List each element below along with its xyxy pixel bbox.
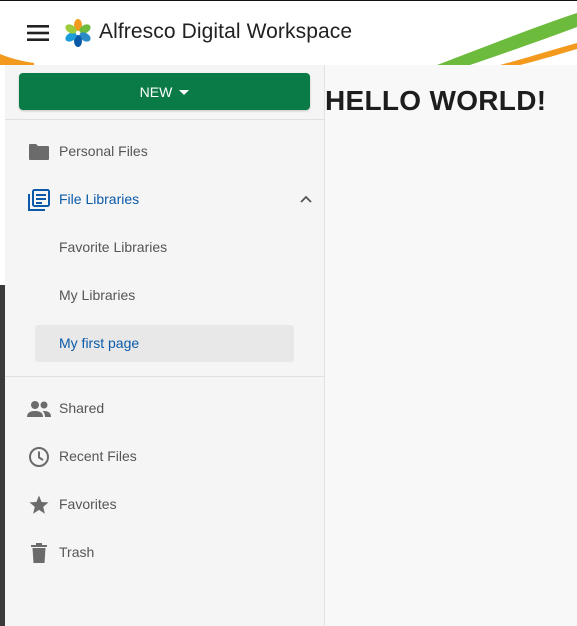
sidebar-item-personal-files[interactable]: Personal Files [5,132,324,172]
sidebar-subitem-favorite-libraries[interactable]: Favorite Libraries [35,229,294,266]
folder-icon [27,140,51,164]
sidebar-item-label: Trash [59,544,95,560]
sidebar-item-shared[interactable]: Shared [5,389,324,429]
people-icon [27,397,51,421]
hamburger-menu-button[interactable] [21,17,55,49]
sidebar-subitem-label: My Libraries [59,287,136,303]
sidebar-item-label: File Libraries [59,191,140,207]
new-button-label: NEW [139,83,173,100]
app-title: Alfresco Digital Workspace [99,20,353,43]
library-icon [27,188,51,212]
sidebar-subitem-my-libraries[interactable]: My Libraries [35,277,294,314]
sidebar-item-recent-files[interactable]: Recent Files [5,437,324,477]
sidebar-item-file-libraries[interactable]: File Libraries [5,180,324,220]
sidebar-item-label: Favorites [59,496,117,512]
chevron-up-icon [300,195,312,203]
sidebar-subitem-my-first-page[interactable]: My first page [35,325,294,362]
caret-down-icon [179,89,190,95]
sidebar-item-label: Recent Files [59,448,137,464]
sidebar-subitem-label: My first page [59,335,140,351]
sidebar-divider [5,119,324,120]
sidebar-item-label: Shared [59,400,105,416]
sidebar: NEW Personal Files File Libraries Favori… [5,65,325,626]
clock-icon [27,445,51,469]
sidebar-subitem-label: Favorite Libraries [59,239,168,255]
page-heading: HELLO WORLD! [325,85,547,116]
main-content: HELLO WORLD! [325,65,577,626]
sidebar-item-label: Personal Files [59,143,148,159]
file-libraries-collapse-toggle[interactable] [296,189,316,209]
sidebar-item-trash[interactable]: Trash [5,533,324,573]
new-button[interactable]: NEW [19,73,310,110]
sidebar-divider [5,376,324,377]
app-header: Alfresco Digital Workspace [0,1,577,65]
hamburger-menu-icon [27,25,49,41]
star-icon [27,493,51,517]
trash-icon [27,541,51,565]
sidebar-item-favorites[interactable]: Favorites [5,485,324,525]
alfresco-logo [65,19,91,47]
